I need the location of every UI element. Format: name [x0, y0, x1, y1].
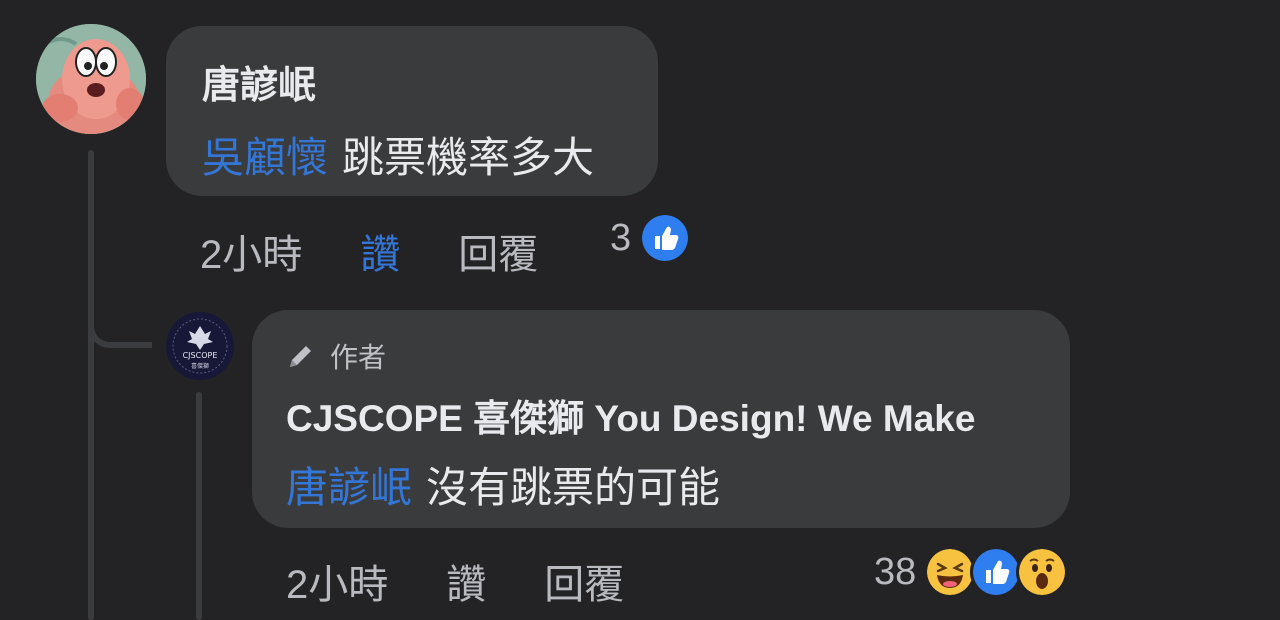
- reply-author-name[interactable]: CJSCOPE 喜傑獅 You Design! We Make: [286, 388, 975, 442]
- reply-thread-line: [196, 392, 202, 620]
- reply-timestamp[interactable]: 2小時: [286, 552, 388, 610]
- svg-text:喜傑獅: 喜傑獅: [191, 362, 209, 370]
- comment-actions: 2小時 讚 回覆: [200, 222, 596, 280]
- reply-actions: 2小時 讚 回覆: [286, 552, 682, 610]
- comment-text: 吳顧懷 跳票機率多大: [202, 124, 594, 185]
- reply-text: 唐諺岷 沒有跳票的可能: [286, 454, 720, 515]
- wow-icon: [1016, 546, 1069, 598]
- svg-text:CJSCOPE: CJSCOPE: [183, 351, 218, 360]
- avatar[interactable]: [36, 24, 146, 134]
- haha-icon: [924, 546, 977, 598]
- comment-timestamp[interactable]: 2小時: [200, 222, 302, 280]
- reaction-count: 38: [874, 550, 917, 593]
- reply-button[interactable]: 回覆: [458, 222, 538, 280]
- thread-branch-line: [88, 296, 152, 348]
- comment-thread: 唐諺岷 吳顧懷 跳票機率多大 2小時 讚 回覆 3 CJSCOPE 喜傑獅 作者…: [0, 0, 1280, 620]
- reply-button[interactable]: 回覆: [544, 552, 624, 610]
- reaction-summary[interactable]: 38: [874, 546, 1069, 598]
- mention-link[interactable]: 唐諺岷: [286, 464, 412, 511]
- reply-body: 沒有跳票的可能: [426, 464, 721, 511]
- mention-link[interactable]: 吳顧懷: [202, 134, 328, 181]
- comment-body: 跳票機率多大: [342, 134, 595, 181]
- cjscope-logo-icon: CJSCOPE 喜傑獅: [166, 312, 234, 380]
- reaction-count: 3: [610, 216, 632, 259]
- like-icon: [970, 546, 1023, 598]
- reply-bubble: 作者 CJSCOPE 喜傑獅 You Design! We Make 唐諺岷 沒有…: [252, 310, 1070, 528]
- author-badge: 作者: [286, 336, 386, 376]
- like-icon: [639, 212, 692, 264]
- thread-line: [88, 150, 94, 620]
- comment-bubble: 唐諺岷 吳顧懷 跳票機率多大: [166, 26, 658, 196]
- page-avatar[interactable]: CJSCOPE 喜傑獅: [166, 312, 234, 380]
- cartoon-avatar-image: [36, 24, 146, 134]
- like-button[interactable]: 讚: [446, 552, 486, 610]
- like-button[interactable]: 讚: [360, 222, 400, 280]
- reaction-summary[interactable]: 3: [610, 212, 692, 264]
- pencil-icon: [290, 346, 311, 367]
- comment-author-name[interactable]: 唐諺岷: [202, 54, 316, 109]
- author-badge-label: 作者: [330, 342, 387, 373]
